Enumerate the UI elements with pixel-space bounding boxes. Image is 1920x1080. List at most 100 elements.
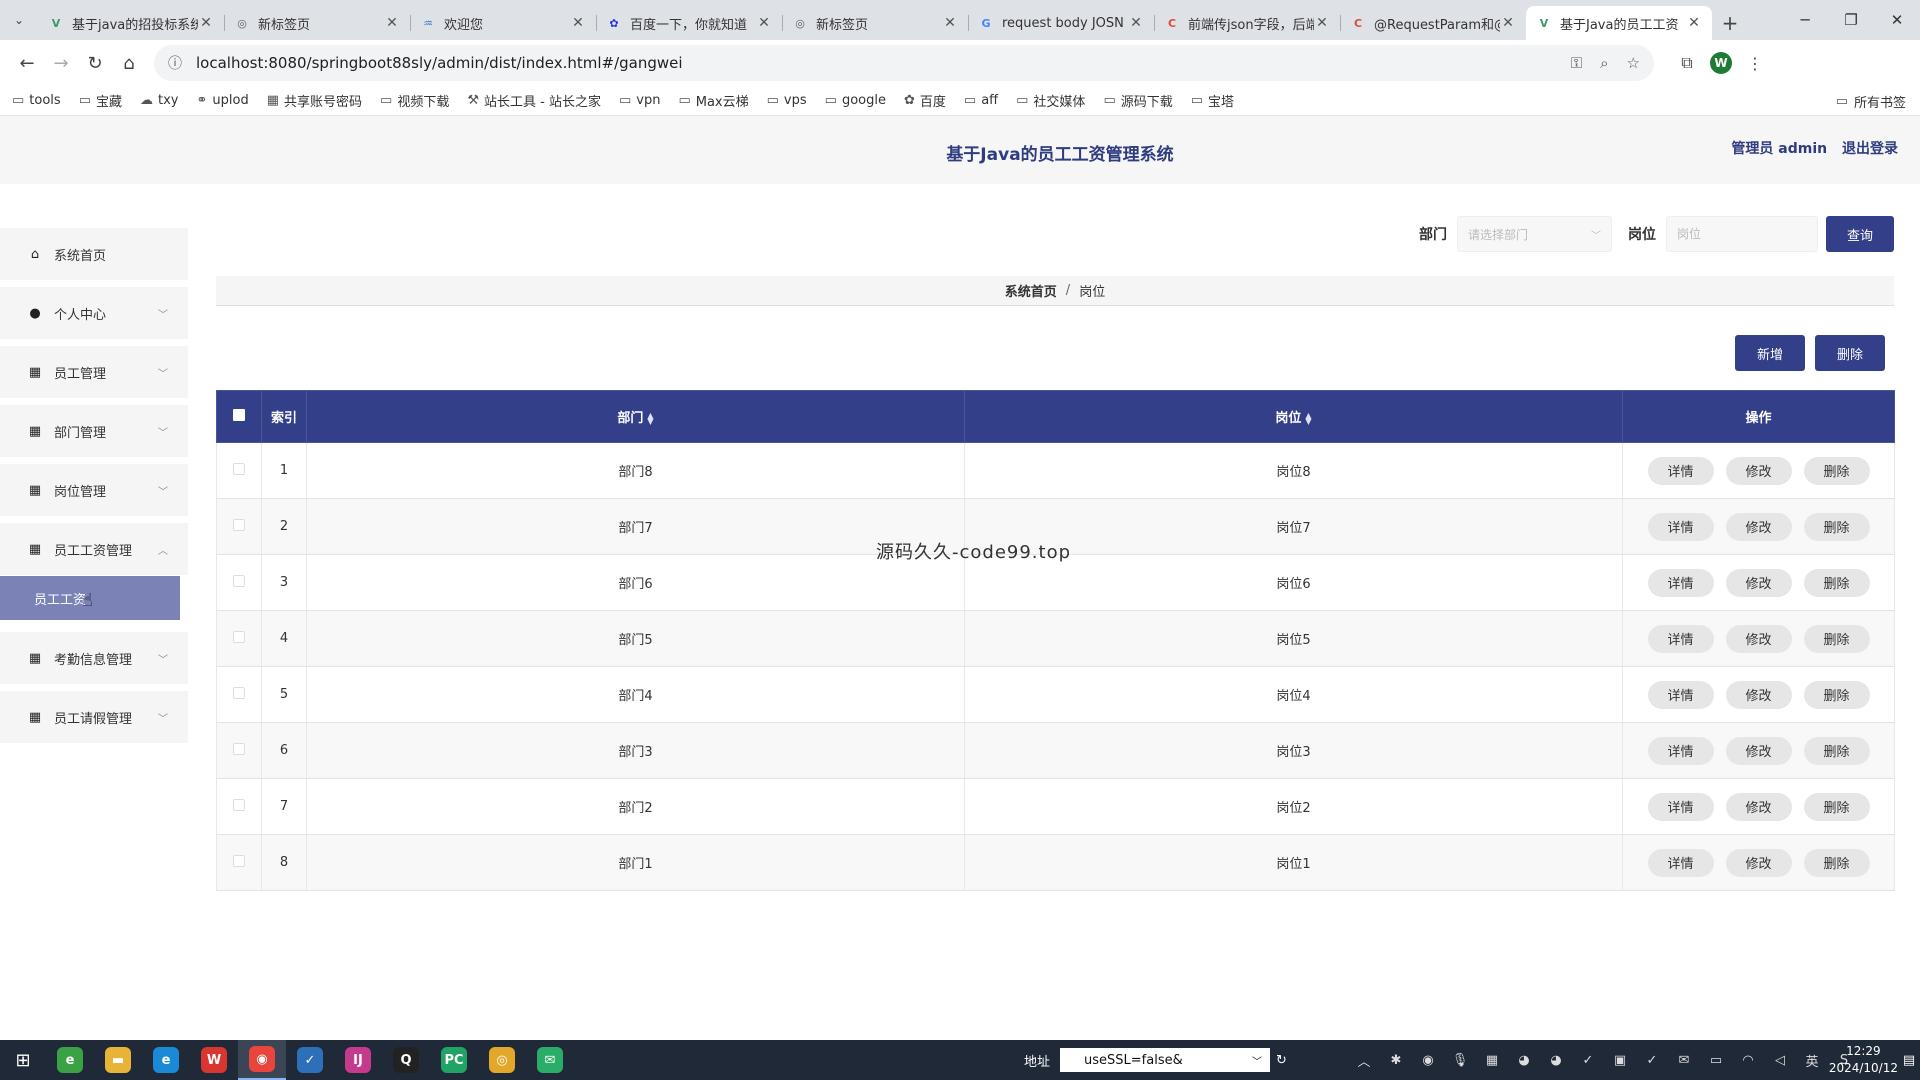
detail-button[interactable]: 详情 [1647, 624, 1714, 653]
bookmark-item[interactable]: ▭ 宝塔 [1191, 91, 1234, 110]
tab-close-icon[interactable]: ✕ [570, 15, 586, 31]
detail-button[interactable]: 详情 [1647, 568, 1714, 597]
bookmark-item[interactable]: ▦ 共享账号密码 [267, 91, 362, 110]
browser-tab[interactable]: ✿ 百度一下，你就知道 ✕ [596, 6, 782, 40]
tab-close-icon[interactable]: ✕ [384, 15, 400, 31]
detail-button[interactable]: 详情 [1647, 848, 1714, 877]
taskbar-app[interactable]: ✉ [526, 1040, 574, 1080]
sidebar-item[interactable]: ▦ 考勤信息管理 ﹀ [0, 632, 188, 684]
row-checkbox[interactable] [233, 574, 245, 587]
wechat-tray-icon[interactable]: ✉ [1668, 1053, 1700, 1068]
restore-icon[interactable]: ❐ [1828, 0, 1874, 40]
batch-delete-button[interactable]: 删除 [1815, 335, 1885, 371]
logout-link[interactable]: 退出登录 [1842, 141, 1898, 157]
header-post[interactable]: 岗位 ▲ ▼ [964, 390, 1623, 443]
sidebar-item[interactable]: ▦ 员工管理 ﹀ [0, 346, 188, 398]
row-checkbox[interactable] [233, 798, 245, 811]
sort-icon[interactable]: ▲ ▼ [647, 411, 653, 425]
detail-button[interactable]: 详情 [1647, 792, 1714, 821]
browser-tab[interactable]: C 前端传json字段，后端 ✕ [1154, 6, 1340, 40]
delete-button[interactable]: 删除 [1803, 792, 1870, 821]
wifi-icon[interactable]: ◠ [1732, 1053, 1764, 1068]
bookmark-item[interactable]: ▭ 源码下载 [1103, 91, 1172, 110]
taskbar-address-input[interactable]: useSSL=false& ﹀ [1060, 1048, 1271, 1072]
edit-button[interactable]: 修改 [1725, 624, 1792, 653]
delete-button[interactable]: 删除 [1803, 456, 1870, 485]
sidebar-item[interactable]: ● 个人中心 ﹀ [0, 287, 188, 339]
home-icon[interactable]: ⌂ [112, 46, 146, 80]
refresh-icon[interactable]: ↻ [1276, 1053, 1287, 1068]
taskbar-app[interactable]: e [142, 1040, 190, 1080]
sort-icon[interactable]: ▲ ▼ [1305, 411, 1311, 425]
bookmark-star-icon[interactable]: ☆ [1627, 54, 1640, 72]
browser-tab[interactable]: ◎ 新标签页 ✕ [224, 6, 410, 40]
tray-chevron-up-icon[interactable]: ︿ [1348, 1051, 1380, 1070]
bookmark-item[interactable]: ▭ vpn [619, 93, 660, 108]
edit-button[interactable]: 修改 [1725, 848, 1792, 877]
taskbar-app[interactable]: ◎ [478, 1040, 526, 1080]
row-checkbox[interactable] [233, 630, 245, 643]
minimize-icon[interactable]: ─ [1782, 0, 1828, 40]
tray-app-icon[interactable]: ◕ [1508, 1053, 1540, 1068]
detail-button[interactable]: 详情 [1647, 680, 1714, 709]
tab-close-icon[interactable]: ✕ [1686, 15, 1702, 31]
reload-icon[interactable]: ↻ [78, 46, 112, 80]
sidebar-item[interactable]: ▦ 部门管理 ﹀ [0, 405, 188, 457]
password-key-icon[interactable]: ⚿ [1571, 54, 1582, 72]
windows-start-icon[interactable]: ⊞ [0, 1040, 46, 1080]
all-bookmarks[interactable]: ▭ 所有书签 [1836, 86, 1906, 116]
taskbar-app[interactable]: Q [382, 1040, 430, 1080]
delete-button[interactable]: 删除 [1803, 680, 1870, 709]
volume-icon[interactable]: ◁ [1764, 1053, 1796, 1068]
profile-avatar[interactable]: W [1710, 52, 1732, 74]
forward-arrow-icon[interactable]: → [44, 46, 78, 80]
edit-button[interactable]: 修改 [1725, 512, 1792, 541]
tab-close-icon[interactable]: ✕ [942, 15, 958, 31]
tray-app-icon[interactable]: ▦ [1476, 1053, 1508, 1068]
sidebar-item[interactable]: ▦ 员工工资管理 ︿ [0, 523, 188, 575]
bookmark-item[interactable]: ▭ vps [767, 93, 807, 108]
row-checkbox[interactable] [233, 742, 245, 755]
back-arrow-icon[interactable]: ← [10, 46, 44, 80]
detail-button[interactable]: 详情 [1647, 736, 1714, 765]
header-dept[interactable]: 部门 ▲ ▼ [306, 390, 965, 443]
bookmark-item[interactable]: ▭ 社交媒体 [1016, 91, 1085, 110]
chevron-down-icon[interactable]: ﹀ [1252, 1053, 1262, 1068]
site-info-icon[interactable]: ⓘ [168, 53, 182, 73]
ime-indicator[interactable]: 英 [1796, 1051, 1828, 1070]
tab-search-chevron-icon[interactable]: ⌄ [0, 0, 38, 40]
edit-button[interactable]: 修改 [1725, 568, 1792, 597]
bookmark-item[interactable]: ⚒ 站长工具 - 站长之家 [467, 91, 601, 110]
taskbar-app[interactable]: W [190, 1040, 238, 1080]
delete-button[interactable]: 删除 [1803, 848, 1870, 877]
tab-close-icon[interactable]: ✕ [1500, 15, 1516, 31]
taskbar-app[interactable]: IJ [334, 1040, 382, 1080]
detail-button[interactable]: 详情 [1647, 456, 1714, 485]
browser-tab[interactable]: V 基于java的招投标系统 ✕ [38, 6, 224, 40]
row-checkbox[interactable] [233, 462, 245, 475]
browser-tab[interactable]: ◎ 新标签页 ✕ [782, 6, 968, 40]
tray-app-icon[interactable]: ▣ [1604, 1053, 1636, 1068]
delete-button[interactable]: 删除 [1803, 624, 1870, 653]
bookmark-item[interactable]: ☁ txy [140, 93, 178, 108]
detail-button[interactable]: 详情 [1647, 512, 1714, 541]
tray-app-icon[interactable]: ✓ [1636, 1053, 1668, 1068]
tray-app-icon[interactable]: ✱ [1380, 1053, 1412, 1068]
delete-button[interactable]: 删除 [1803, 568, 1870, 597]
row-checkbox[interactable] [233, 686, 245, 699]
edit-button[interactable]: 修改 [1725, 736, 1792, 765]
taskbar-app[interactable]: ▬ [94, 1040, 142, 1080]
browser-tab[interactable]: Grequest body JOSN ✕ [968, 6, 1154, 40]
browser-tab[interactable]: ♒ 欢迎您 ✕ [410, 6, 596, 40]
url-text[interactable]: localhost:8080/springboot88sly/admin/dis… [196, 54, 1553, 72]
edit-button[interactable]: 修改 [1725, 456, 1792, 485]
sidebar-item[interactable]: ▦ 岗位管理 ﹀ [0, 464, 188, 516]
bookmark-item[interactable]: ▭ google [825, 93, 886, 108]
tab-close-icon[interactable]: ✕ [198, 15, 214, 31]
url-omnibox[interactable]: ⓘ localhost:8080/springboot88sly/admin/d… [154, 45, 1654, 81]
select-all-checkbox[interactable] [233, 408, 245, 421]
new-tab-plus-icon[interactable]: + [1712, 6, 1748, 40]
add-button[interactable]: 新增 [1735, 335, 1805, 371]
row-checkbox[interactable] [233, 518, 245, 531]
sidebar-item[interactable]: ⌂ 系统首页 [0, 228, 188, 280]
